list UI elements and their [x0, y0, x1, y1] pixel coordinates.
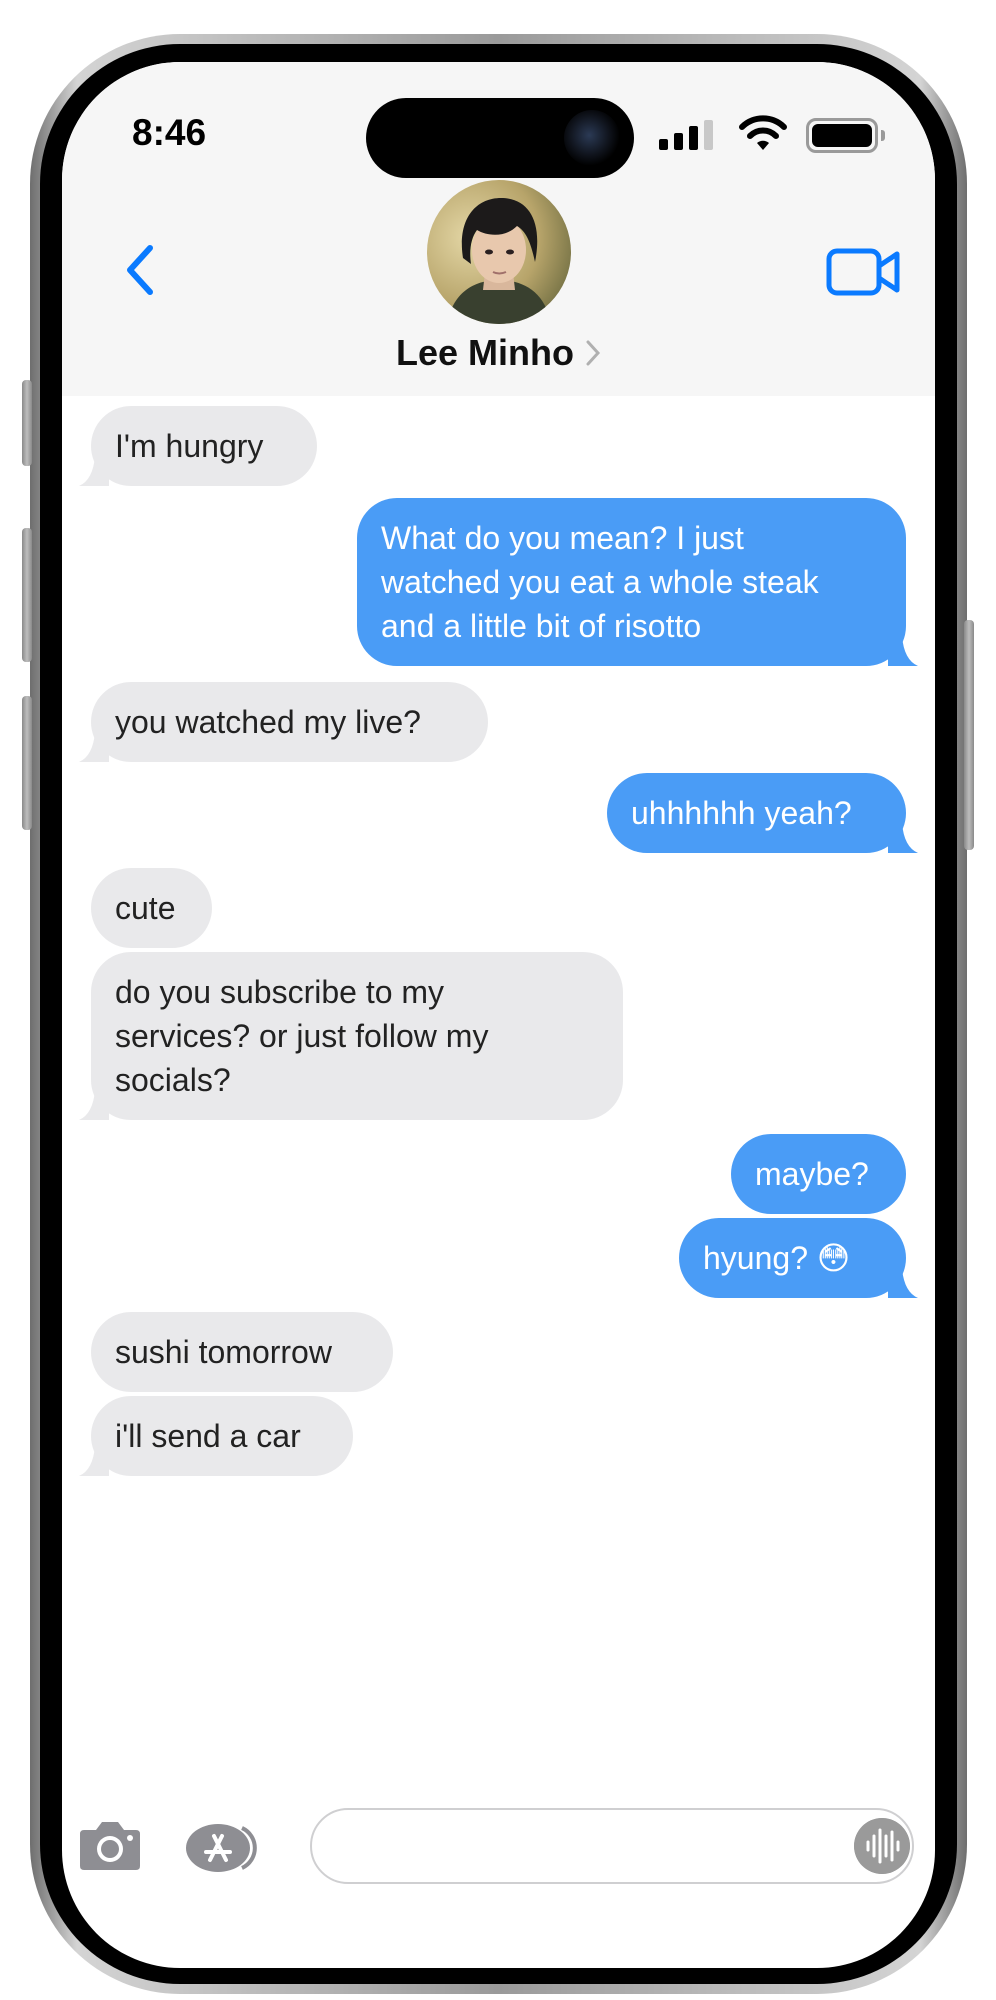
message-input[interactable]: [310, 1808, 914, 1884]
front-camera-icon: [564, 110, 620, 166]
message-text: sushi tomorrow: [115, 1334, 332, 1370]
received-message[interactable]: i'll send a car: [79, 1396, 353, 1476]
status-time: 8:46: [132, 112, 207, 153]
message-line: services? or just follow my: [115, 1018, 489, 1054]
camera-button[interactable]: [78, 1818, 142, 1872]
message-text: cute: [115, 890, 176, 926]
message-text: I'm hungry: [115, 428, 264, 464]
received-message[interactable]: you watched my live?: [79, 682, 488, 762]
message-text: uhhhhhh yeah?: [631, 795, 852, 831]
action-button: [22, 380, 32, 466]
sent-message[interactable]: uhhhhhh yeah?: [607, 773, 918, 853]
message-line: and a little bit of risotto: [381, 608, 702, 644]
message-text: maybe?: [755, 1156, 869, 1192]
message-line: watched you eat a whole steak: [381, 564, 819, 600]
volume-down-button: [22, 696, 32, 830]
message-text: hyung? 😳: [703, 1240, 851, 1276]
received-message[interactable]: do you subscribe to my services? or just…: [79, 952, 623, 1120]
battery-icon: [806, 118, 885, 153]
video-call-button[interactable]: [826, 244, 900, 300]
dynamic-island: [366, 98, 634, 178]
message-text: you watched my live?: [115, 704, 421, 740]
back-button[interactable]: [116, 240, 166, 300]
bubble-tail: [888, 1268, 918, 1298]
sent-message[interactable]: maybe?: [731, 1134, 906, 1214]
conversation-header: 8:46 Lee Minho: [62, 62, 935, 396]
wifi-icon: [739, 115, 787, 150]
messages-screen: 8:46 Lee Minho I'm hungry What do you me…: [62, 62, 935, 1968]
sent-message[interactable]: What do you mean? I just watched you eat…: [357, 498, 918, 666]
audio-message-button[interactable]: [854, 1818, 910, 1874]
sent-message[interactable]: hyung? 😳: [679, 1218, 918, 1298]
bubble-tail: [79, 1090, 109, 1120]
contact-info-button[interactable]: Lee Minho: [62, 332, 935, 374]
bubble-tail: [79, 1446, 109, 1476]
received-message[interactable]: sushi tomorrow: [91, 1312, 393, 1392]
message-line: socials?: [115, 1062, 231, 1098]
chevron-right-icon: [586, 340, 601, 366]
message-line: What do you mean? I just: [381, 520, 744, 556]
received-message[interactable]: I'm hungry: [79, 406, 317, 486]
bubble-tail: [888, 823, 918, 853]
cellular-signal-icon: [659, 120, 719, 150]
message-text: i'll send a car: [115, 1418, 301, 1454]
bubble-tail: [79, 456, 109, 486]
avatar[interactable]: [427, 180, 571, 324]
message-line: do you subscribe to my: [115, 974, 445, 1010]
bubble-tail: [888, 636, 918, 666]
power-button: [964, 620, 974, 850]
contact-name: Lee Minho: [395, 332, 574, 373]
volume-up-button: [22, 528, 32, 662]
app-store-button[interactable]: [186, 1824, 266, 1872]
received-message[interactable]: cute: [91, 868, 212, 948]
bubble-tail: [79, 732, 109, 762]
